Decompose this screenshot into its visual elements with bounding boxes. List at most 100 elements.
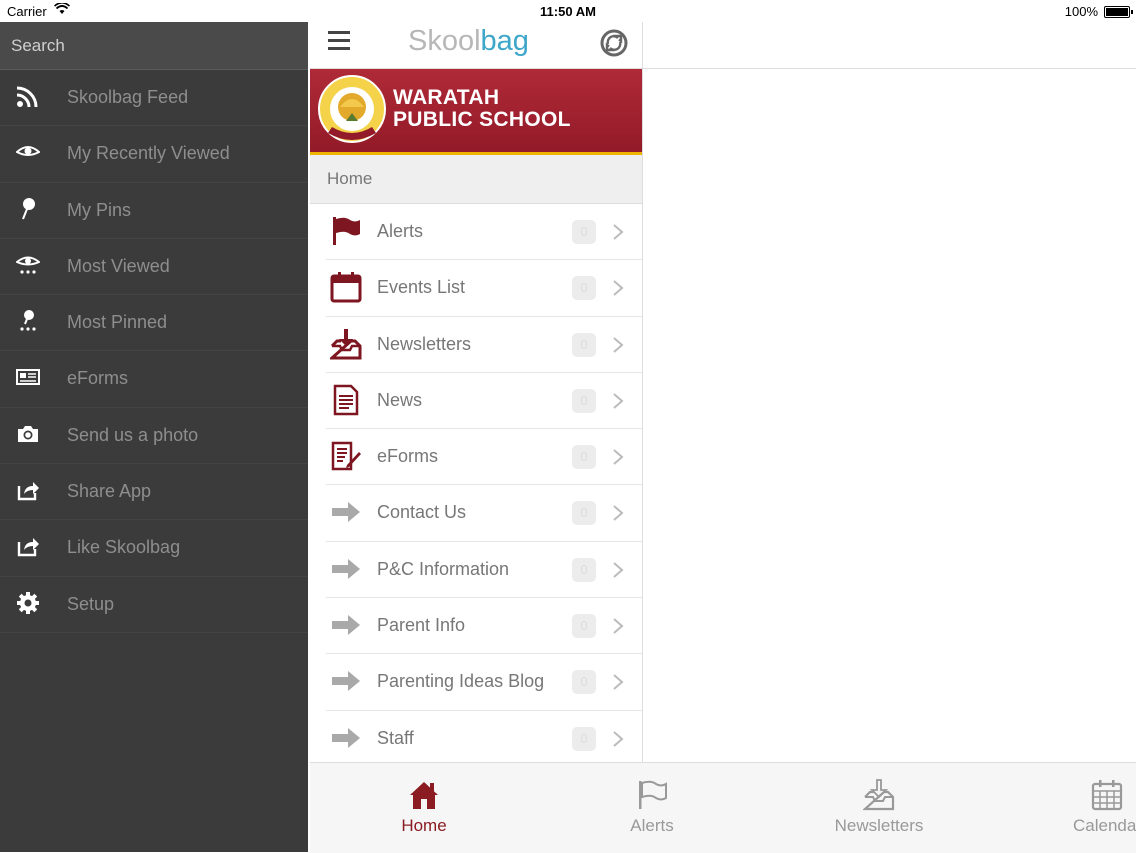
inbox-download-icon [863,779,895,811]
eye-icon [16,146,40,157]
skoolbag-logo: Skoolbag [408,25,529,57]
count-badge: 0 [572,332,596,357]
sidebar-item-eforms[interactable]: eForms [0,351,308,408]
share-icon [17,482,39,501]
chevron-right-icon [613,280,624,297]
menu-item-staff[interactable]: Staff 0 [326,711,642,767]
document-icon [333,384,359,416]
battery-percent: 100% [1064,4,1098,19]
count-badge: 0 [572,557,596,582]
chevron-right-icon [613,562,624,578]
school-banner: WARATAH PUBLIC SCHOOL [310,69,642,155]
menu-item-label: eForms [377,446,439,467]
tab-home[interactable]: Home [344,763,504,853]
pin-dots-icon [20,310,36,331]
rss-icon [16,86,38,108]
menu-item-events-list[interactable]: Events List 0 [326,260,642,317]
sidebar-item-setup[interactable]: Setup [0,577,308,633]
sidebar-item-label: Share App [67,481,152,502]
gear-icon [17,591,39,614]
sidebar: Search Skoolbag Feed My Recently Viewed … [0,22,308,852]
calendar-icon [330,272,362,303]
menu-item-label: Alerts [377,221,424,241]
menu-item-parent-info[interactable]: Parent Info 0 [326,598,642,655]
hamburger-menu-icon[interactable] [328,31,350,51]
sidebar-item-label: My Pins [67,199,132,220]
inbox-download-icon [330,328,362,360]
sidebar-item-label: Most Pinned [67,312,168,333]
flag-icon [333,217,360,245]
tab-label: Home [401,816,447,835]
menu-item-alerts[interactable]: Alerts 0 [326,204,642,261]
sidebar-item-label: Like Skoolbag [67,537,181,558]
tab-alerts[interactable]: Alerts [572,763,732,853]
count-badge: 0 [572,445,596,470]
school-name-line2: PUBLIC SCHOOL [393,108,571,131]
status-bar: Carrier 11:50 AM 100% [0,0,1136,22]
sidebar-item-my-pins[interactable]: My Pins [0,183,308,239]
sync-icon[interactable] [600,29,628,57]
pin-icon [22,197,35,219]
count-badge: 0 [572,276,596,301]
school-crest-logo [318,75,386,143]
menu-item-news[interactable]: News 0 [326,373,642,430]
sidebar-item-most-viewed[interactable]: Most Viewed [0,239,308,296]
arrow-right-icon [332,502,360,523]
count-badge: 0 [572,220,596,244]
menu-item-newsletters[interactable]: Newsletters 0 [326,317,642,373]
chevron-right-icon [613,393,624,409]
sidebar-item-label: My Recently Viewed [67,143,230,164]
detail-top-bar [643,22,1136,69]
menu-item-label: P&C Information [377,558,510,579]
panel-divider [642,0,643,762]
sidebar-item-skoolbag-feed[interactable]: Skoolbag Feed [0,70,308,127]
chevron-right-icon [613,336,624,353]
tab-label: Calendar [1073,816,1136,835]
tab-calendar[interactable]: Calendar [1027,763,1136,853]
sidebar-item-most-pinned[interactable]: Most Pinned [0,295,308,352]
menu-item-eforms[interactable]: eForms 0 [326,429,642,486]
breadcrumb: Home [310,155,642,204]
search-field[interactable]: Search [0,22,308,70]
arrow-right-icon [332,727,360,748]
menu-item-label: Staff [377,727,414,748]
chevron-right-icon [613,505,624,522]
count-badge: 0 [572,670,596,695]
tab-newsletters[interactable]: Newsletters [799,763,959,853]
menu-item-label: Parent Info [377,615,466,636]
sidebar-item-label: eForms [67,368,129,389]
menu-item-label: Events List [377,277,466,298]
arrow-right-icon [332,615,360,636]
sidebar-item-share-app[interactable]: Share App [0,464,308,521]
camera-icon [18,425,38,442]
menu-item-label: Parenting Ideas Blog [377,671,545,692]
chevron-right-icon [613,674,624,691]
sidebar-item-label: Setup [67,593,115,614]
chevron-right-icon [613,224,624,240]
sidebar-item-my-recently-viewed[interactable]: My Recently Viewed [0,126,308,183]
sidebar-item-label: Most Viewed [67,255,170,276]
arrow-right-icon [332,671,360,692]
id-card-icon [16,369,40,386]
arrow-right-icon [332,558,360,579]
menu-item-parenting-ideas-blog[interactable]: Parenting Ideas Blog 0 [326,654,642,711]
home-icon [410,782,438,809]
tab-label: Newsletters [834,816,924,835]
sidebar-item-like-skoolbag[interactable]: Like Skoolbag [0,520,308,577]
chevron-right-icon [613,618,624,634]
menu-item-label: Contact Us [377,502,467,523]
top-bar: Skoolbag [310,22,642,69]
chevron-right-icon [613,730,624,747]
menu-item-label: News [377,389,423,410]
menu-item-pc-information[interactable]: P&C Information 0 [326,542,642,599]
menu-item-label: Newsletters [377,333,472,354]
tab-label: Alerts [630,816,674,835]
main-panel: Skoolbag WARATAH PUBLIC SCHOOL Home Aler… [310,22,642,767]
eye-dots-icon [16,256,40,274]
sidebar-item-send-photo[interactable]: Send us a photo [0,408,308,465]
count-badge: 0 [572,388,596,413]
battery-icon [1104,6,1133,18]
sidebar-item-label: Send us a photo [67,424,199,445]
school-name-line1: WARATAH [393,86,500,109]
menu-item-contact-us[interactable]: Contact Us 0 [326,485,642,542]
